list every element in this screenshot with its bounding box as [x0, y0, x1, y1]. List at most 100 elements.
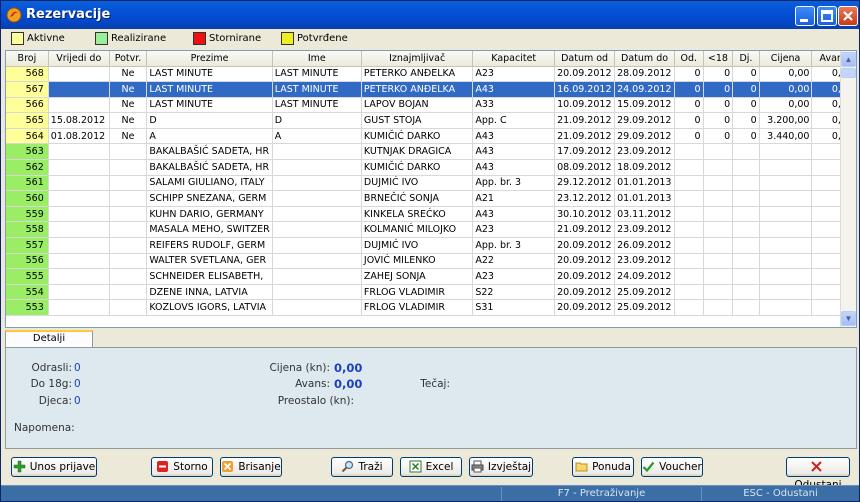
table-cell[interactable]: A33	[472, 97, 556, 114]
table-cell[interactable]	[48, 175, 110, 192]
table-row[interactable]: 563 BAKALBAŠIĆ SADETA, HR KUTNJAK DRAGICA A…	[6, 143, 856, 161]
grid-vertical-scrollbar[interactable]: ▲ ▼	[840, 51, 856, 327]
table-cell[interactable]	[48, 190, 110, 207]
table-cell[interactable]	[759, 159, 813, 176]
table-cell[interactable]: KUHN DARIO, GERMANY	[146, 206, 273, 223]
table-cell[interactable]: D	[272, 112, 362, 129]
table-row[interactable]: 565 15.08.2012 Ne D D GUST STOJA App. C 21.09.2…	[6, 112, 856, 129]
table-cell[interactable]: 558	[6, 221, 49, 239]
delete-button[interactable]: Brisanje	[220, 457, 282, 477]
table-cell[interactable]: S22	[472, 284, 556, 301]
table-cell[interactable]: A21	[472, 190, 556, 207]
tab-reservation-details[interactable]: Detalji rezervacije	[5, 330, 93, 358]
table-cell[interactable]: 20.09.2012	[554, 299, 616, 316]
table-cell[interactable]: A	[272, 128, 362, 145]
table-cell[interactable]: A23	[472, 66, 556, 83]
table-row[interactable]: 558 MASALA MEHO, SWITZER KOLMANIĆ MILOJKO A…	[6, 221, 856, 239]
table-cell[interactable]	[674, 143, 704, 161]
table-cell[interactable]: 559	[6, 206, 49, 223]
column-header[interactable]: Iznajmljivač	[361, 51, 474, 67]
table-cell[interactable]: 0	[674, 128, 704, 145]
table-cell[interactable]: SCHNEIDER ELISABETH,	[146, 268, 273, 285]
table-cell[interactable]: 0,00	[759, 97, 813, 114]
maximize-button[interactable]	[817, 6, 837, 26]
table-row[interactable]: 560 SCHIPP SNEZANA, GERM BRNEČIĆ SONJA A21 2…	[6, 190, 856, 207]
table-cell[interactable]: 0	[732, 112, 760, 129]
reservations-grid[interactable]: Broj Vrijedi do Potvr. Prezime Ime Iznajmljiv…	[5, 50, 857, 328]
table-cell[interactable]: Ne	[109, 66, 148, 83]
table-cell[interactable]: A43	[472, 159, 556, 176]
table-cell[interactable]: 0	[674, 112, 704, 129]
table-cell[interactable]: GUST STOJA	[361, 112, 474, 129]
table-row[interactable]: 564 01.08.2012 Ne A A KUMIČIĆ DARKO A43 21.09.2…	[6, 128, 856, 145]
table-cell[interactable]: Ne	[109, 81, 148, 98]
table-cell[interactable]: 29.12.2012	[554, 175, 616, 192]
table-cell[interactable]: KUMIČIĆ DARKO	[361, 128, 474, 145]
table-cell[interactable]	[703, 268, 734, 285]
table-cell[interactable]: 0,00	[759, 81, 813, 98]
table-cell[interactable]: KOZLOVS IGORS, LATVIA	[146, 299, 273, 316]
table-cell[interactable]	[732, 299, 760, 316]
table-cell[interactable]: KOLMANIĆ MILOJKO	[361, 221, 474, 239]
table-cell[interactable]	[48, 253, 110, 270]
table-cell[interactable]: 557	[6, 237, 49, 254]
table-cell[interactable]: 0	[674, 97, 704, 114]
table-cell[interactable]: DUJMIĆ IVO	[361, 237, 474, 254]
reservations-table[interactable]: Broj Vrijedi do Potvr. Prezime Ime Iznajmljiv…	[6, 51, 856, 316]
table-cell[interactable]: 01.01.2013	[614, 190, 676, 207]
table-cell[interactable]: 03.11.2012	[614, 206, 676, 223]
table-cell[interactable]	[674, 299, 704, 316]
table-cell[interactable]: 556	[6, 253, 49, 270]
table-cell[interactable]	[703, 175, 734, 192]
title-bar[interactable]: Rezervacije	[1, 1, 859, 29]
table-cell[interactable]: 567	[6, 81, 49, 98]
table-row[interactable]: 559 KUHN DARIO, GERMANY KINKELA SREĆKO A43 3…	[6, 206, 856, 223]
column-header[interactable]: <18	[703, 51, 734, 67]
new-entry-button[interactable]: Unos prijave	[11, 457, 97, 477]
search-button[interactable]: Traži	[331, 457, 393, 477]
table-cell[interactable]: 30.10.2012	[554, 206, 616, 223]
offer-button[interactable]: Ponuda	[572, 457, 634, 477]
table-cell[interactable]: SALAMI GIULIANO, ITALY	[146, 175, 273, 192]
table-cell[interactable]	[674, 175, 704, 192]
table-cell[interactable]	[48, 268, 110, 285]
table-cell[interactable]: BAKALBAŠIĆ SADETA, HR	[146, 159, 273, 176]
scroll-thumb[interactable]	[841, 68, 856, 78]
table-cell[interactable]: LAPOV BOJAN	[361, 97, 474, 114]
table-cell[interactable]	[759, 143, 813, 161]
table-cell[interactable]	[703, 253, 734, 270]
table-cell[interactable]	[272, 237, 362, 254]
table-cell[interactable]: LAST MINUTE	[272, 81, 362, 98]
table-cell[interactable]	[703, 284, 734, 301]
table-cell[interactable]	[759, 175, 813, 192]
column-header[interactable]: Od.	[674, 51, 704, 67]
table-cell[interactable]: 0	[732, 128, 760, 145]
table-row[interactable]: 557 REIFERS RUDOLF, GERM DUJMIĆ IVO App. br…	[6, 237, 856, 254]
table-cell[interactable]: Ne	[109, 112, 148, 129]
table-cell[interactable]: 0	[732, 81, 760, 98]
table-cell[interactable]: A23	[472, 221, 556, 239]
table-row[interactable]: 553 KOZLOVS IGORS, LATVIA FRLOG VLADIMIR S3…	[6, 299, 856, 316]
table-cell[interactable]: 0	[732, 97, 760, 114]
table-cell[interactable]	[48, 143, 110, 161]
table-cell[interactable]: DUJMIĆ IVO	[361, 175, 474, 192]
table-cell[interactable]	[759, 237, 813, 254]
table-cell[interactable]: 3.200,00	[759, 112, 813, 129]
column-header[interactable]: Potvr.	[109, 51, 148, 67]
table-cell[interactable]	[48, 81, 110, 98]
table-cell[interactable]	[48, 206, 110, 223]
table-cell[interactable]: 01.01.2013	[614, 175, 676, 192]
table-cell[interactable]	[272, 190, 362, 207]
table-cell[interactable]: PETERKO ANĐELKA	[361, 81, 474, 98]
column-header[interactable]: Dj.	[732, 51, 760, 67]
table-cell[interactable]	[732, 206, 760, 223]
table-cell[interactable]	[759, 284, 813, 301]
table-cell[interactable]	[109, 253, 148, 270]
table-cell[interactable]: LAST MINUTE	[272, 97, 362, 114]
table-cell[interactable]: A	[146, 128, 273, 145]
table-cell[interactable]	[703, 143, 734, 161]
table-cell[interactable]: 20.09.2012	[554, 253, 616, 270]
table-cell[interactable]	[759, 253, 813, 270]
table-cell[interactable]	[272, 206, 362, 223]
table-cell[interactable]: JOVIĆ MILENKO	[361, 253, 474, 270]
